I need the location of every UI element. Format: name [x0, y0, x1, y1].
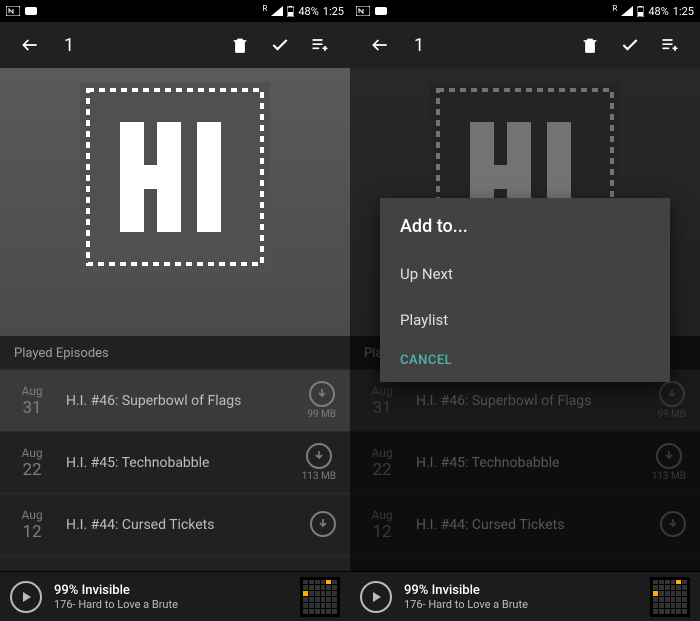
- play-button[interactable]: [360, 581, 392, 613]
- podcast-artwork: [80, 82, 270, 272]
- play-button[interactable]: [10, 581, 42, 613]
- now-playing-info: 99% Invisible 176- Hard to Love a Brute: [54, 583, 288, 611]
- clock: 1:25: [673, 5, 694, 18]
- download-button[interactable]: 113 MB: [302, 443, 336, 482]
- nfc-icon: [6, 6, 20, 16]
- cast-icon: [374, 6, 388, 16]
- dialog-cancel-button[interactable]: CANCEL: [400, 353, 452, 368]
- download-button[interactable]: [660, 511, 686, 539]
- section-header: Played Episodes: [0, 336, 350, 370]
- episode-row[interactable]: Aug 22 H.I. #45: Technobabble 113 MB: [0, 432, 350, 494]
- artwork-area: [0, 68, 350, 336]
- status-bar: R 48% 1:25: [350, 0, 700, 22]
- episode-row[interactable]: Aug 12 H.I. #44: Cursed Tickets: [0, 494, 350, 556]
- download-button[interactable]: 99 MB: [657, 381, 686, 420]
- now-playing-show: 99% Invisible: [54, 583, 288, 598]
- add-to-dialog: Add to... Up Next Playlist CANCEL: [380, 198, 670, 382]
- episode-date: Aug 22: [14, 446, 50, 480]
- net-type: R: [612, 4, 617, 13]
- selection-toolbar: 1: [0, 22, 350, 68]
- battery-icon: [637, 6, 644, 17]
- dialog-option-up-next[interactable]: Up Next: [400, 251, 650, 297]
- signal-icon: [621, 6, 633, 16]
- nfc-icon: [356, 6, 370, 16]
- dialog-title: Add to...: [400, 216, 650, 237]
- now-playing-thumb: [300, 577, 340, 617]
- screen-left: R 48% 1:25 1: [0, 0, 350, 621]
- episode-row[interactable]: Aug12 H.I. #44: Cursed Tickets: [350, 494, 700, 556]
- signal-icon: [271, 6, 283, 16]
- back-button[interactable]: [10, 25, 50, 65]
- download-button[interactable]: 99 MB: [307, 381, 336, 420]
- battery-pct: 48%: [648, 5, 668, 18]
- delete-button[interactable]: [220, 25, 260, 65]
- back-button[interactable]: [360, 25, 400, 65]
- mark-played-button[interactable]: [610, 25, 650, 65]
- net-type: R: [262, 4, 267, 13]
- dialog-option-playlist[interactable]: Playlist: [400, 297, 650, 343]
- add-to-button[interactable]: [650, 25, 690, 65]
- status-bar: R 48% 1:25: [0, 0, 350, 22]
- episode-title: H.I. #45: Technobabble: [66, 455, 286, 471]
- add-to-button[interactable]: [300, 25, 340, 65]
- episode-row[interactable]: Aug22 H.I. #45: Technobabble 113 MB: [350, 432, 700, 494]
- delete-button[interactable]: [570, 25, 610, 65]
- now-playing-bar[interactable]: 99% Invisible176- Hard to Love a Brute: [350, 571, 700, 621]
- screen-right: R 48% 1:25 1 Played Episo: [350, 0, 700, 621]
- episode-date: Aug 31: [14, 384, 50, 418]
- episode-row[interactable]: Aug 31 H.I. #46: Superbowl of Flags 99 M…: [0, 370, 350, 432]
- battery-icon: [287, 6, 294, 17]
- selection-count: 1: [414, 35, 424, 56]
- download-button[interactable]: 113 MB: [652, 443, 686, 482]
- now-playing-episode: 176- Hard to Love a Brute: [54, 598, 288, 611]
- episode-date: Aug 12: [14, 508, 50, 542]
- battery-pct: 48%: [298, 5, 318, 18]
- clock: 1:25: [323, 5, 344, 18]
- selection-toolbar: 1: [350, 22, 700, 68]
- episode-title: H.I. #46: Superbowl of Flags: [66, 393, 291, 409]
- now-playing-bar[interactable]: 99% Invisible 176- Hard to Love a Brute: [0, 571, 350, 621]
- cast-icon: [24, 6, 38, 16]
- download-button[interactable]: [310, 511, 336, 539]
- selection-count: 1: [64, 35, 74, 56]
- episode-title: H.I. #44: Cursed Tickets: [66, 517, 294, 533]
- now-playing-thumb: [650, 577, 690, 617]
- mark-played-button[interactable]: [260, 25, 300, 65]
